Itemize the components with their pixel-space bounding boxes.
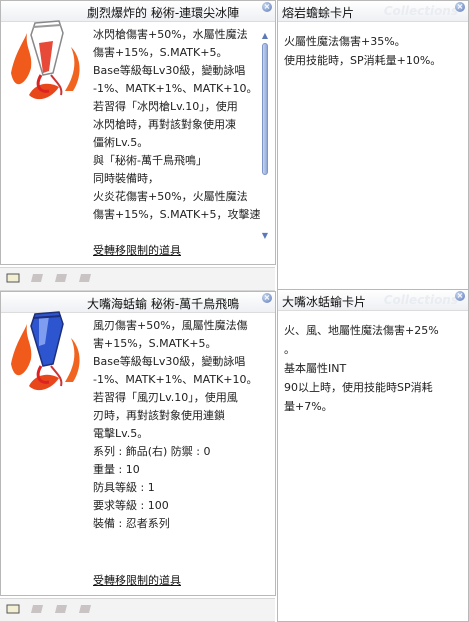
stat-label: 系列 [93,445,115,458]
desc-line: 若習得「冰閃槍Lv.10」，使用 [93,100,238,113]
card-window-1: Collections 熔岩蟾蜍卡片 × 火屬性魔法傷害+35%。 使用技能時，… [277,0,469,290]
card-slot-bar [0,267,275,291]
card-slot-bar [0,598,275,622]
empty-slot-icon[interactable] [30,604,44,614]
desc-line: 若習得「風刃Lv.10」，使用風 [93,391,238,404]
desc-line: -1%、MATK+1%、MATK+10。 [93,82,258,95]
desc-line: 冰閃槍傷害+50%，水屬性魔法 [93,28,248,41]
desc-line: 害+15%，S.MATK+5。 [93,337,217,350]
card-line: 火、風、地屬性魔法傷害+25% [284,324,439,337]
item-window-1: 劇烈爆炸的 秘術-連環尖冰陣 × 冰閃槍傷害+50%，水屬性魔法 傷害+15%，… [0,0,276,265]
stat-row-required-level: 要求等級 : 100 [93,499,169,512]
stat-value: 1 [147,481,155,494]
stat-value: 10 [125,463,140,476]
card-slot-icon[interactable] [6,273,20,283]
item-title: 劇烈爆炸的 秘術-連環尖冰陣 [87,6,240,20]
scrollbar[interactable]: ▲ ▼ [259,31,271,241]
card-title: 大嘴冰蛞蝓卡片 [282,295,367,309]
card-description: 火、風、地屬性魔法傷害+25% 。 基本屬性INT 90以上時，使用技能時SP消… [284,321,459,416]
desc-line: 冰閃槍時，再對該對象使用凍 [93,118,236,131]
restriction-link[interactable]: 受轉移限制的道具 [93,242,181,258]
empty-slot-icon[interactable] [54,604,68,614]
desc-line: 與「秘術-萬千鳥飛鳴」 [93,154,207,167]
desc-line: 僵術Lv.5。 [93,136,149,149]
item-description: 冰閃槍傷害+50%，水屬性魔法 傷害+15%，S.MATK+5。 Base等級每… [93,26,261,224]
collections-watermark: Collections [383,4,458,18]
card-titlebar[interactable]: Collections 熔岩蟾蜍卡片 × [278,1,468,22]
card-titlebar[interactable]: Collections 大嘴冰蛞蝓卡片 × [278,290,468,311]
card-line: 90以上時，使用技能時SP消耗 [284,381,433,394]
stat-label: 要求等級 [93,499,137,512]
scroll-down-icon[interactable]: ▼ [259,231,271,241]
card-title: 熔岩蟾蜍卡片 [282,6,355,20]
stat-label: 裝備 [93,517,115,530]
desc-line: 電擊Lv.5。 [93,427,149,440]
desc-line: 風刃傷害+50%，風屬性魔法傷 [93,319,248,332]
close-icon[interactable]: × [455,291,465,301]
card-window-2: Collections 大嘴冰蛞蝓卡片 × 火、風、地屬性魔法傷害+25% 。 … [277,289,469,622]
close-icon[interactable]: × [262,293,272,303]
desc-line: -1%、MATK+1%、MATK+10。 [93,373,258,386]
card-line: 火屬性魔法傷害+35%。 [284,35,406,48]
close-icon[interactable]: × [455,2,465,12]
empty-slot-icon[interactable] [54,273,68,283]
close-icon[interactable]: × [262,2,272,12]
stat-label: 防具等級 [93,481,137,494]
card-line: 使用技能時，SP消耗量+10%。 [284,54,442,67]
restriction-link[interactable]: 受轉移限制的道具 [93,572,181,588]
stat-row-series: 系列 : 飾品(右) 防禦 : 0 [93,445,211,458]
item-title: 大嘴海蛞蝓 秘術-萬千鳥飛鳴 [87,297,240,311]
desc-line: 火炎花傷害+50%，火屬性魔法 [93,190,248,203]
stat-value: 飾品(右) 防禦 : 0 [125,445,211,458]
desc-line: Base等級每Lv30級，變動詠唱 [93,355,246,368]
card-line: 基本屬性INT [284,362,347,375]
empty-slot-icon[interactable] [30,273,44,283]
item-window-2: 大嘴海蛞蝓 秘術-萬千鳥飛鳴 × 風刃傷害+50%，風屬性魔法傷 害+15%，S… [0,291,276,596]
card-line: 量+7%。 [284,400,333,413]
desc-line: 同時裝備時， [93,172,159,185]
accessory-illustration-icon [5,304,81,394]
desc-line: 傷害+15%，S.MATK+5，攻擊速 [93,208,261,221]
empty-slot-icon[interactable] [78,604,92,614]
collections-watermark: Collections [383,293,458,307]
desc-line: Base等級每Lv30級，變動詠唱 [93,64,246,77]
stat-row-weight: 重量 : 10 [93,463,140,476]
scroll-up-icon[interactable]: ▲ [259,31,271,41]
stat-row-equip: 裝備 : 忍者系列 [93,517,170,530]
stat-label: 重量 [93,463,115,476]
stat-value: 忍者系列 [125,517,170,530]
card-slot-icon[interactable] [6,604,20,614]
desc-line: 刃時，再對該對象使用連鎖 [93,409,225,422]
desc-line: 傷害+15%，S.MATK+5。 [93,46,228,59]
accessory-illustration-icon [5,13,81,103]
stat-value: 100 [147,499,169,512]
scroll-thumb[interactable] [262,43,268,175]
empty-slot-icon[interactable] [78,273,92,283]
item-description: 風刃傷害+50%，風屬性魔法傷 害+15%，S.MATK+5。 Base等級每L… [93,317,258,533]
card-line: 。 [284,343,295,356]
stat-row-armor-level: 防具等級 : 1 [93,481,155,494]
card-description: 火屬性魔法傷害+35%。 使用技能時，SP消耗量+10%。 [284,32,459,70]
